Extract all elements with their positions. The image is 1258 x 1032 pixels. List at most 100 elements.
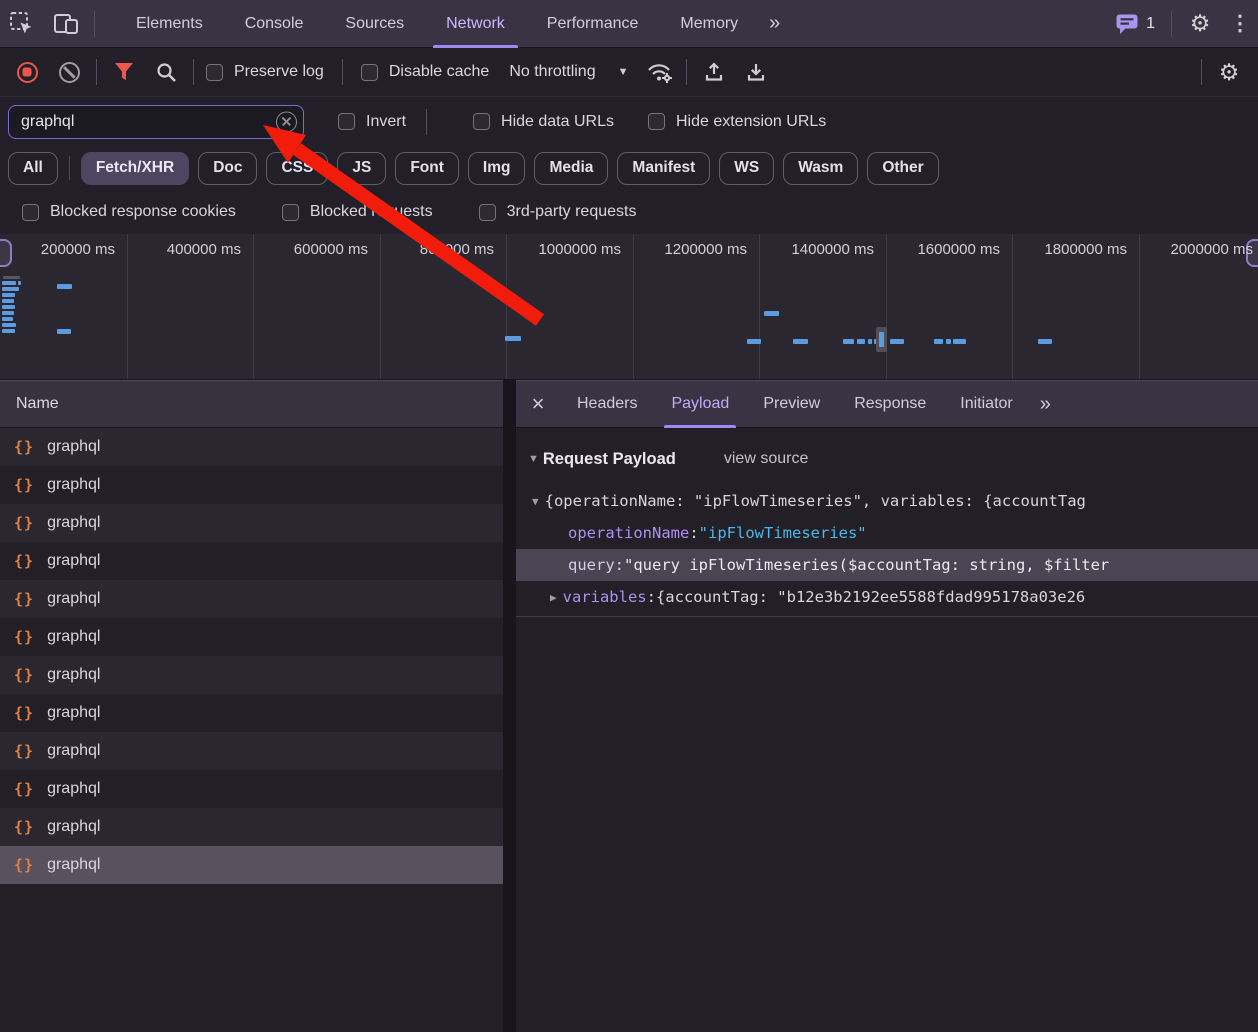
request-name: graphql <box>47 704 100 722</box>
hide-data-urls-checkbox[interactable]: Hide data URLs <box>467 113 620 131</box>
variables-key: variables <box>563 588 647 606</box>
network-filter-row: Invert Hide data URLs Hide extension URL… <box>0 97 1258 146</box>
resource-type-chips: All Fetch/XHR Doc CSS JS Font ImgMedia Manifest… <box>0 146 1258 190</box>
disable-cache-checkbox[interactable]: Disable cache <box>355 63 496 81</box>
payload-query-row[interactable]: query: "query ipFlowTimeseries($accountT… <box>516 549 1258 581</box>
tab-memory[interactable]: Memory <box>659 0 759 48</box>
search-icon <box>155 61 177 83</box>
advanced-filters-row: Blocked response cookies Blocked requests… <box>0 190 1258 234</box>
tab-performance[interactable]: Performance <box>526 0 660 48</box>
chip-doc[interactable]: Doc <box>198 152 257 185</box>
clear-filter-icon[interactable] <box>276 111 297 132</box>
waterfall-bar <box>793 339 808 344</box>
search-network-button[interactable] <box>145 50 187 94</box>
waterfall-bar <box>764 311 779 316</box>
chip-font[interactable]: Font <box>395 152 459 185</box>
waterfall-bar <box>946 339 951 344</box>
chip-fetch-xhr[interactable]: Fetch/XHR <box>81 152 189 185</box>
triangle-down-icon[interactable]: ▼ <box>532 495 539 508</box>
issues-button[interactable]: 1 <box>1105 13 1165 35</box>
inspect-element-button[interactable] <box>0 0 44 48</box>
tab-network[interactable]: Network <box>425 0 526 48</box>
name-column-header[interactable]: Name <box>0 380 503 428</box>
waterfall-bar <box>2 317 13 321</box>
json-braces-icon: {} <box>14 780 34 798</box>
collapse-triangle-icon[interactable]: ▼ <box>528 453 539 465</box>
device-toolbar-button[interactable] <box>44 0 88 48</box>
request-row-graphql[interactable]: {}graphql <box>0 618 503 656</box>
payload-variables-row[interactable]: ▶ variables: {accountTag: "b12e3b2192ee5… <box>516 581 1258 613</box>
chip-ws[interactable]: WS <box>719 152 774 185</box>
request-row-graphql[interactable]: {}graphql <box>0 504 503 542</box>
network-conditions-button[interactable] <box>638 50 680 94</box>
tab-elements[interactable]: Elements <box>115 0 224 48</box>
blocked-requests-label: Blocked requests <box>310 203 433 221</box>
request-row-graphql[interactable]: {}graphql <box>0 846 503 884</box>
details-tab-initiator[interactable]: Initiator <box>943 380 1029 428</box>
chip-img[interactable]: Img <box>468 152 526 185</box>
request-row-graphql[interactable]: {}graphql <box>0 428 503 466</box>
tab-sources[interactable]: Sources <box>324 0 425 48</box>
request-row-graphql[interactable]: {}graphql <box>0 466 503 504</box>
chevron-down-icon: ▼ <box>618 66 629 78</box>
details-tab-payload[interactable]: Payload <box>654 380 746 428</box>
checkbox-icon <box>22 204 39 221</box>
hide-extension-urls-checkbox[interactable]: Hide extension URLs <box>642 113 832 131</box>
filter-input[interactable] <box>8 105 304 139</box>
blocked-requests-checkbox[interactable]: Blocked requests <box>276 203 439 221</box>
request-row-graphql[interactable]: {}graphql <box>0 694 503 732</box>
invert-checkbox[interactable]: Invert <box>332 113 412 131</box>
clear-network-log-button[interactable] <box>48 50 90 94</box>
chip-wasm[interactable]: Wasm <box>783 152 858 185</box>
details-tab-response[interactable]: Response <box>837 380 943 428</box>
export-har-button[interactable] <box>735 50 777 94</box>
details-tab-headers[interactable]: Headers <box>560 380 654 428</box>
waterfall-bar <box>18 281 21 285</box>
chip-all[interactable]: All <box>8 152 58 185</box>
3rd-party-requests-checkbox[interactable]: 3rd-party requests <box>473 203 643 221</box>
kebab-menu-icon: ⋮ <box>1230 13 1251 34</box>
operation-key: operationName <box>568 524 689 542</box>
timeline-label: 400000 ms <box>123 241 241 258</box>
network-settings-button[interactable]: ⚙ <box>1208 50 1250 94</box>
timeline-label: 600000 ms <box>250 241 368 258</box>
panel-divider[interactable] <box>503 380 516 1032</box>
preserve-log-label: Preserve log <box>234 63 324 81</box>
filter-toggle-button[interactable] <box>103 50 145 94</box>
divider <box>426 109 427 135</box>
more-tabs-button[interactable]: » <box>759 12 789 35</box>
chip-manifest[interactable]: Manifest <box>617 152 710 185</box>
blocked-response-cookies-checkbox[interactable]: Blocked response cookies <box>16 203 242 221</box>
chip-other[interactable]: Other <box>867 152 938 185</box>
divider <box>69 156 70 180</box>
request-row-graphql[interactable]: {}graphql <box>0 808 503 846</box>
divider <box>1171 11 1172 37</box>
checkbox-icon <box>206 64 223 81</box>
chip-js[interactable]: JS <box>337 152 386 185</box>
network-overview-timeline[interactable]: 200000 ms400000 ms600000 ms800000 ms1000… <box>0 234 1258 380</box>
details-more-tabs-button[interactable]: » <box>1030 393 1060 416</box>
wifi-conditions-icon <box>646 60 673 84</box>
view-source-link[interactable]: view source <box>724 450 808 468</box>
upload-icon <box>702 60 726 84</box>
clear-icon <box>59 62 80 83</box>
import-har-button[interactable] <box>693 50 735 94</box>
chip-css[interactable]: CSS <box>266 152 328 185</box>
request-row-graphql[interactable]: {}graphql <box>0 732 503 770</box>
settings-button[interactable]: ⚙ <box>1178 0 1222 48</box>
main-menu-button[interactable]: ⋮ <box>1222 0 1258 48</box>
preserve-log-checkbox[interactable]: Preserve log <box>200 63 330 81</box>
details-tab-preview[interactable]: Preview <box>746 380 837 428</box>
payload-operation-row[interactable]: operationName: "ipFlowTimeseries" <box>516 517 1258 549</box>
triangle-right-icon[interactable]: ▶ <box>550 591 557 604</box>
tab-console[interactable]: Console <box>224 0 325 48</box>
request-row-graphql[interactable]: {}graphql <box>0 580 503 618</box>
request-row-graphql[interactable]: {}graphql <box>0 542 503 580</box>
request-row-graphql[interactable]: {}graphql <box>0 656 503 694</box>
payload-root-row[interactable]: ▼ {operationName: "ipFlowTimeseries", va… <box>516 485 1258 517</box>
request-row-graphql[interactable]: {}graphql <box>0 770 503 808</box>
record-network-log-button[interactable] <box>6 50 48 94</box>
close-details-button[interactable]: × <box>516 380 560 428</box>
throttling-select[interactable]: No throttling ▼ <box>495 63 638 81</box>
chip-media[interactable]: Media <box>534 152 608 185</box>
